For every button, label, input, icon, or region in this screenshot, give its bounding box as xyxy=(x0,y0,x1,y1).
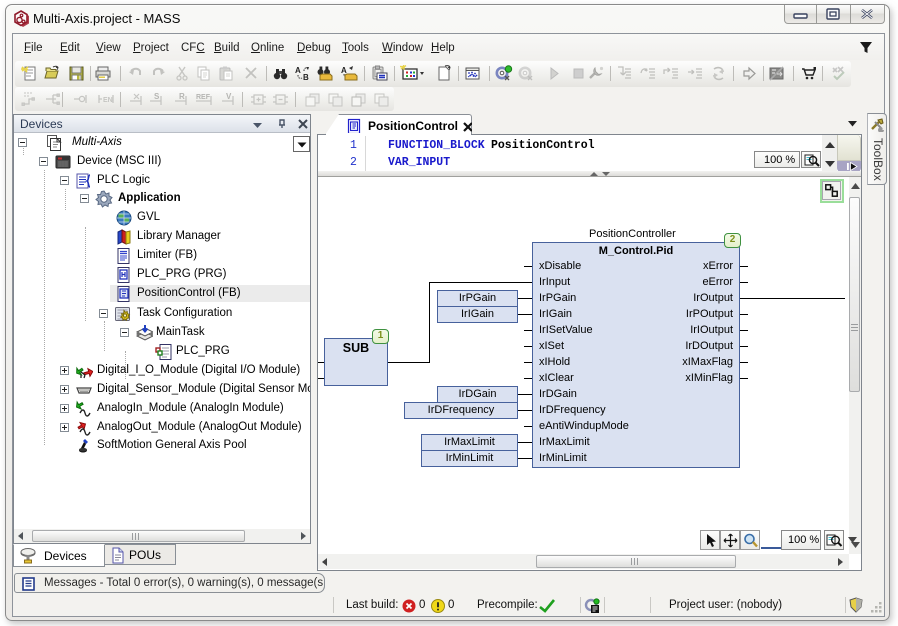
svg-text:R: R xyxy=(179,92,185,101)
svg-text:REF: REF xyxy=(196,94,211,101)
svg-text:A: A xyxy=(295,66,301,75)
svg-text:S: S xyxy=(154,92,160,101)
svg-text:V: V xyxy=(226,92,232,101)
svg-text:A: A xyxy=(341,66,347,75)
svg-text:EN: EN xyxy=(103,97,113,104)
svg-text:B: B xyxy=(303,73,309,82)
